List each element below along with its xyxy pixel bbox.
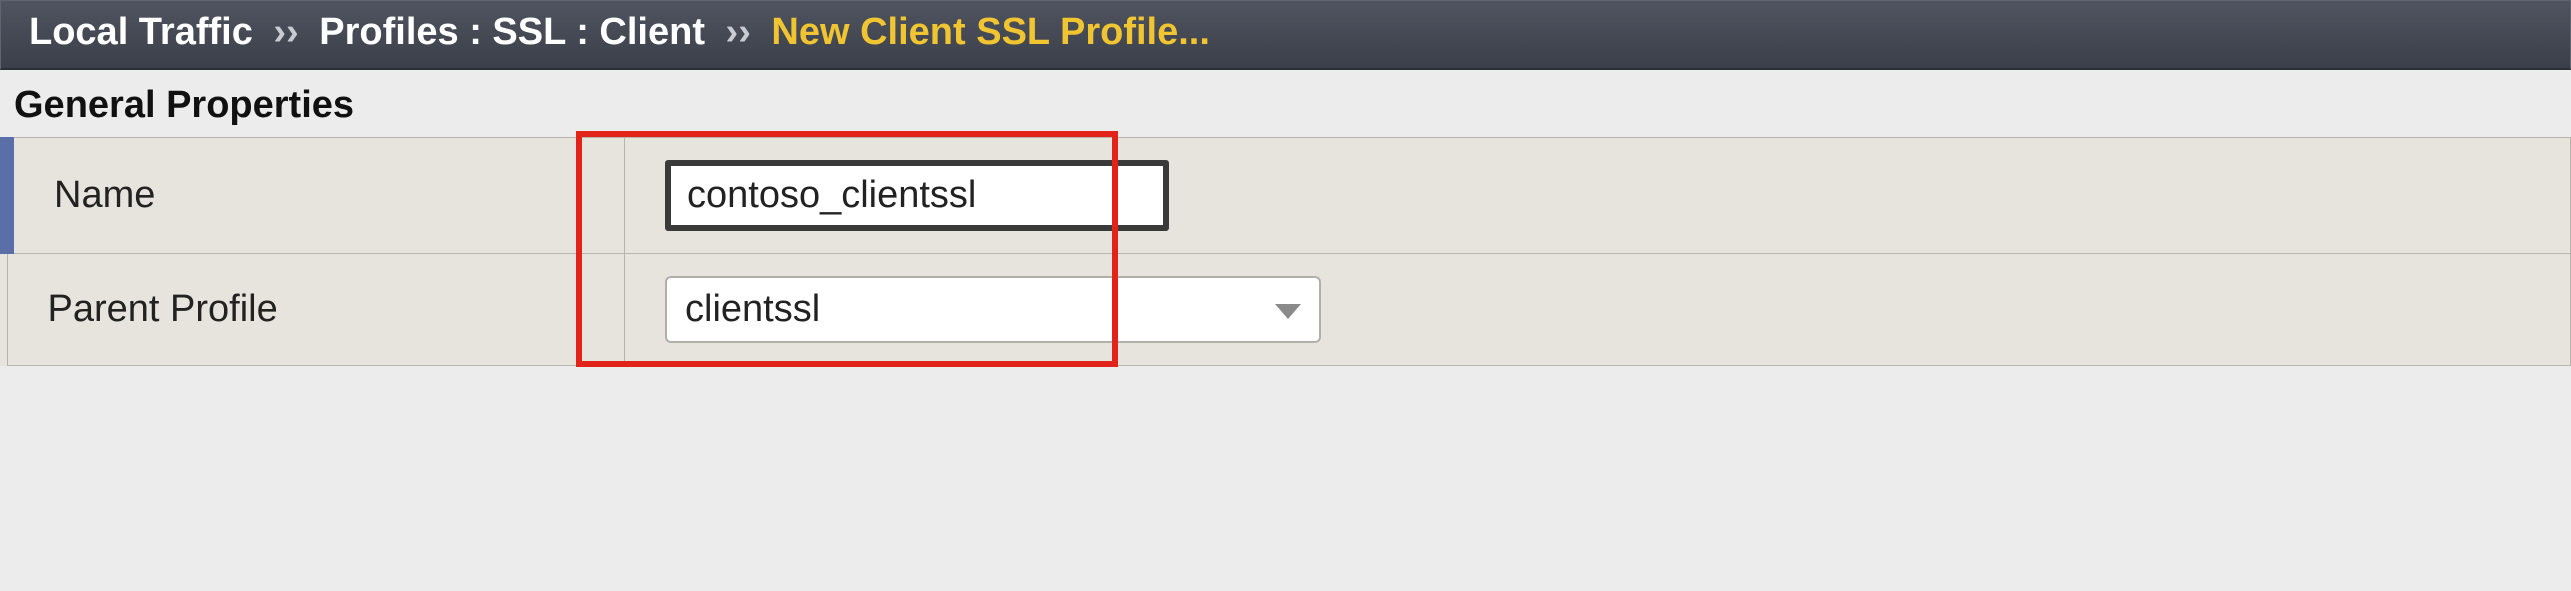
breadcrumb-separator-icon: ›› xyxy=(263,11,308,53)
row-name: Name xyxy=(7,138,2571,254)
breadcrumb-current: New Client SSL Profile... xyxy=(771,11,1210,53)
breadcrumb-root[interactable]: Local Traffic xyxy=(29,11,253,53)
label-parent-profile: Parent Profile xyxy=(7,254,625,366)
parent-profile-selected-value: clientssl xyxy=(685,288,820,330)
section-title-general-properties: General Properties xyxy=(0,70,2571,137)
row-parent-profile: Parent Profile clientssl xyxy=(7,254,2571,366)
chevron-down-icon xyxy=(1275,304,1301,319)
parent-profile-select[interactable]: clientssl xyxy=(665,276,1321,343)
general-properties-form: Name Parent Profile clientssl xyxy=(0,137,2571,366)
name-input[interactable] xyxy=(665,160,1169,231)
breadcrumb-separator-icon: ›› xyxy=(716,11,761,53)
breadcrumb-profiles[interactable]: Profiles : SSL : Client xyxy=(319,11,705,53)
breadcrumb: Local Traffic ›› Profiles : SSL : Client… xyxy=(0,0,2571,70)
label-name: Name xyxy=(7,138,625,254)
